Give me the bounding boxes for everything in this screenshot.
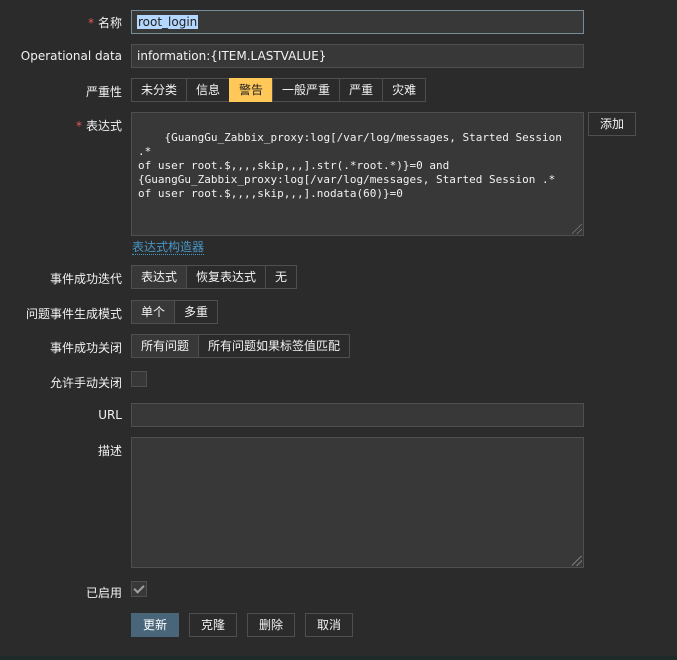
severity-disaster[interactable]: 灾难 [382, 78, 427, 102]
severity-label: 严重性 [85, 85, 122, 99]
enabled-checkbox[interactable] [131, 581, 147, 597]
trigger-form: * 名称 root_login Operational data informat… [0, 0, 677, 660]
expression-textarea[interactable]: {GuangGu_Zabbix_proxy:log[/var/log/messa… [131, 112, 584, 236]
url-label: URL [98, 408, 122, 422]
severity-average[interactable]: 一般严重 [272, 78, 341, 102]
problem-mode-label: 问题事件生成模式 [25, 307, 122, 321]
ok-close-selector: 所有问题 所有问题如果标签值匹配 [131, 334, 351, 358]
ok-event-selector: 表达式 恢复表达式 无 [131, 265, 298, 289]
form-actions: 更新 克隆 删除 取消 [131, 613, 354, 637]
severity-not-classified[interactable]: 未分类 [131, 78, 188, 102]
ok-event-recovery-expression[interactable]: 恢复表达式 [186, 265, 267, 289]
update-button[interactable]: 更新 [131, 613, 180, 637]
checkmark-icon [133, 582, 145, 594]
description-label: 描述 [97, 444, 122, 458]
add-expression-button[interactable]: 添加 [588, 112, 637, 136]
cancel-button[interactable]: 取消 [305, 613, 354, 637]
description-textarea[interactable] [131, 437, 584, 568]
severity-information[interactable]: 信息 [186, 78, 231, 102]
manual-close-label: 允许手动关闭 [49, 376, 122, 390]
ok-close-label: 事件成功关闭 [49, 341, 122, 355]
opdata-input[interactable]: information:{ITEM.LASTVALUE} [131, 44, 584, 68]
severity-warning[interactable]: 警告 [229, 78, 274, 102]
ok-event-label: 事件成功迭代 [49, 272, 122, 286]
expression-constructor-link[interactable]: 表达式构造器 [132, 240, 205, 255]
problem-mode-multiple[interactable]: 多重 [174, 300, 219, 324]
delete-button[interactable]: 删除 [247, 613, 296, 637]
manual-close-checkbox[interactable] [131, 371, 147, 387]
expression-label: * 表达式 [75, 119, 122, 133]
clone-button[interactable]: 克隆 [189, 613, 238, 637]
ok-event-none[interactable]: 无 [265, 265, 298, 289]
resize-grip-icon[interactable] [572, 556, 582, 566]
ok-event-expression[interactable]: 表达式 [131, 265, 188, 289]
bottom-bar [0, 656, 677, 660]
resize-grip-icon[interactable] [572, 224, 582, 234]
severity-high[interactable]: 严重 [339, 78, 384, 102]
ok-close-all-problems[interactable]: 所有问题 [131, 334, 200, 358]
problem-mode-single[interactable]: 单个 [131, 300, 176, 324]
problem-mode-selector: 单个 多重 [131, 300, 219, 324]
ok-close-tag-match[interactable]: 所有问题如果标签值匹配 [198, 334, 351, 358]
name-label: * 名称 [87, 16, 122, 30]
opdata-label: Operational data [20, 49, 122, 63]
name-input[interactable]: root_login [131, 10, 584, 34]
severity-selector: 未分类 信息 警告 一般严重 严重 灾难 [131, 78, 427, 102]
enabled-label: 已启用 [85, 586, 122, 600]
url-input[interactable] [131, 403, 584, 427]
